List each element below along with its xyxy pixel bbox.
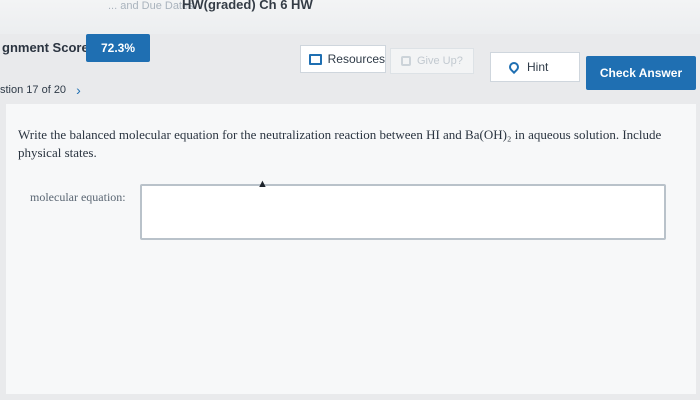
- give-up-button[interactable]: Give Up?: [390, 48, 474, 74]
- give-up-label: Give Up?: [417, 55, 463, 67]
- breadcrumb-current: HW(graded) Ch 6 HW: [182, 0, 313, 12]
- hint-button[interactable]: Hint: [490, 52, 580, 82]
- top-bar: ... and Due Dates HW(graded) Ch 6 HW: [0, 0, 700, 34]
- question-number: stion 17 of 20: [0, 84, 67, 96]
- assignment-score-label: gnment Score:: [2, 40, 94, 55]
- chevron-right-icon[interactable]: ›: [76, 82, 81, 98]
- mouse-cursor-icon: ▲: [257, 178, 268, 190]
- assignment-score-value: 72.3%: [86, 34, 150, 62]
- question-prompt: Write the balanced molecular equation fo…: [18, 127, 662, 160]
- breadcrumb-parent[interactable]: ... and Due Dates: [108, 0, 194, 12]
- resources-label: Resources: [327, 52, 385, 66]
- molecular-equation-label: molecular equation:: [30, 190, 126, 204]
- molecular-equation-input[interactable]: [140, 184, 666, 240]
- check-answer-button[interactable]: Check Answer: [586, 56, 696, 90]
- hint-label: Hint: [527, 60, 549, 74]
- giveup-flag-icon: [401, 56, 411, 66]
- resources-button[interactable]: Resources: [300, 45, 386, 73]
- resources-box-icon: [309, 53, 322, 65]
- question-navigator: stion 17 of 20 ›: [0, 82, 81, 98]
- hint-pin-icon: [506, 59, 522, 75]
